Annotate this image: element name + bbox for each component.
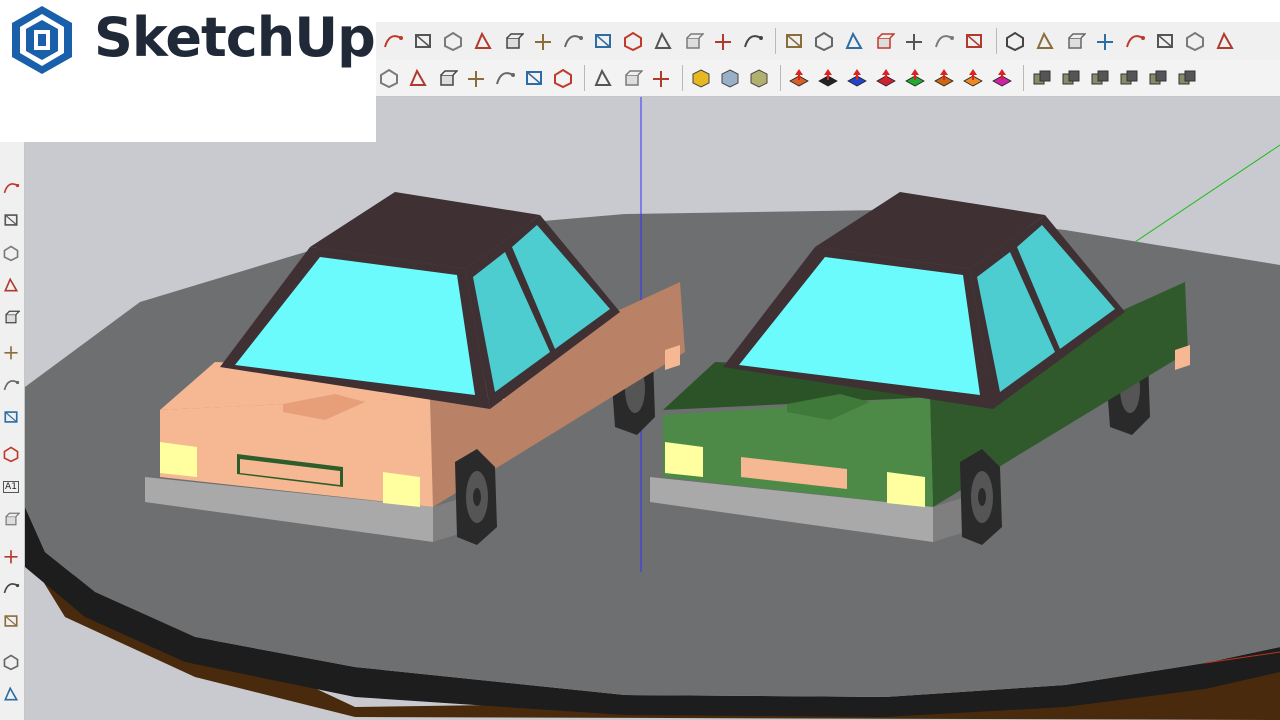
- car2-headlight-right: [887, 472, 925, 507]
- rect-icon[interactable]: [0, 208, 22, 232]
- solid-1-icon[interactable]: [688, 64, 713, 92]
- arc-icon[interactable]: [440, 27, 465, 55]
- component-icon[interactable]: [405, 64, 430, 92]
- move-x2-icon[interactable]: [960, 64, 985, 92]
- toolbar-separator: [584, 65, 585, 91]
- look-icon[interactable]: [0, 650, 22, 674]
- make-component-icon[interactable]: [434, 64, 459, 92]
- line-icon[interactable]: [560, 27, 585, 55]
- layers-icon[interactable]: [901, 27, 926, 55]
- toolbar-separator: [1023, 65, 1024, 91]
- join-icon[interactable]: [1002, 27, 1027, 55]
- boolean-1-icon[interactable]: [1029, 64, 1054, 92]
- hand-icon[interactable]: [811, 27, 836, 55]
- mesh-icon[interactable]: [1182, 27, 1207, 55]
- shape-icon[interactable]: [841, 27, 866, 55]
- push-pull-icon[interactable]: [470, 27, 495, 55]
- sweep-icon[interactable]: [1032, 27, 1057, 55]
- grid-icon[interactable]: [781, 27, 806, 55]
- arc-tool-icon[interactable]: [0, 273, 22, 297]
- freehand-icon[interactable]: [380, 27, 405, 55]
- eye-icon[interactable]: [648, 64, 673, 92]
- move-v-icon[interactable]: [902, 64, 927, 92]
- polygon-icon[interactable]: [410, 27, 435, 55]
- building-icon[interactable]: [680, 27, 705, 55]
- boolean-3-icon[interactable]: [1087, 64, 1112, 92]
- boolean-4-icon[interactable]: [1116, 64, 1141, 92]
- toolbar-separator: [996, 28, 997, 54]
- boolean-5-icon[interactable]: [1145, 64, 1170, 92]
- follow-me-icon[interactable]: [500, 27, 525, 55]
- erase-icon[interactable]: [492, 64, 517, 92]
- pyramid-icon[interactable]: [710, 27, 735, 55]
- note-icon[interactable]: [1152, 27, 1177, 55]
- car1-headlight-right: [383, 472, 420, 507]
- toolbar-separator: [682, 65, 683, 91]
- offset-icon[interactable]: [530, 27, 555, 55]
- move-f-icon[interactable]: [989, 64, 1014, 92]
- axes-icon[interactable]: [0, 442, 22, 466]
- hatch-icon[interactable]: [1212, 27, 1237, 55]
- move-x-icon[interactable]: [815, 64, 840, 92]
- grass-icon[interactable]: [463, 64, 488, 92]
- car2-hub-center: [978, 488, 986, 506]
- move-n-icon[interactable]: [931, 64, 956, 92]
- solid-2-icon[interactable]: [717, 64, 742, 92]
- extrude-icon[interactable]: [650, 27, 675, 55]
- brand-name: SketchUp: [94, 6, 376, 69]
- move-j-icon[interactable]: [844, 64, 869, 92]
- text-icon[interactable]: A1: [0, 475, 22, 499]
- left-toolbar: A1: [0, 142, 25, 720]
- boolean-2-icon[interactable]: [1058, 64, 1083, 92]
- circle-icon[interactable]: [0, 241, 22, 265]
- rotate-icon[interactable]: [0, 373, 22, 397]
- toolbar-separator: [780, 65, 781, 91]
- pan-icon[interactable]: [0, 544, 22, 568]
- flip-icon[interactable]: [871, 27, 896, 55]
- sketchup-logo: [12, 6, 72, 74]
- walk-icon[interactable]: [0, 682, 22, 706]
- knife-icon[interactable]: [931, 27, 956, 55]
- grid-view-icon[interactable]: [590, 64, 615, 92]
- scene-canvas[interactable]: [25, 97, 1280, 720]
- bend-icon[interactable]: [1092, 27, 1117, 55]
- array-icon[interactable]: [740, 27, 765, 55]
- fillet-icon[interactable]: [590, 27, 615, 55]
- chamfer-icon[interactable]: [620, 27, 645, 55]
- boolean-6-icon[interactable]: [1174, 64, 1199, 92]
- 3d-text-icon[interactable]: [0, 507, 22, 531]
- solid-3-icon[interactable]: [746, 64, 771, 92]
- zoom-extents-icon[interactable]: [0, 609, 22, 633]
- toolbar-header-strip: [376, 0, 1280, 22]
- push-icon[interactable]: [0, 340, 22, 364]
- green-axis: [1134, 144, 1280, 243]
- cylinder-icon[interactable]: [1062, 27, 1087, 55]
- follow-icon[interactable]: [0, 405, 22, 429]
- split-icon[interactable]: [961, 27, 986, 55]
- secondary-toolbar: [376, 60, 1280, 97]
- modeling-viewport[interactable]: [25, 97, 1280, 720]
- zoom-icon[interactable]: [0, 576, 22, 600]
- paint-icon[interactable]: [550, 64, 575, 92]
- top-toolbar: [376, 22, 1280, 61]
- box-icon[interactable]: [1122, 27, 1147, 55]
- car2-headlight-left: [665, 442, 703, 477]
- group-icon[interactable]: [619, 64, 644, 92]
- curve-icon[interactable]: [0, 176, 22, 200]
- move-r-icon[interactable]: [873, 64, 898, 92]
- car1-headlight-left: [160, 442, 197, 477]
- toolbar-separator: [775, 28, 776, 54]
- section-icon[interactable]: [521, 64, 546, 92]
- camera-icon[interactable]: [376, 64, 401, 92]
- car1-hub-center: [473, 488, 481, 506]
- text-icon-label: A1: [3, 481, 19, 493]
- move-arrow-icon[interactable]: [786, 64, 811, 92]
- pie-icon[interactable]: [0, 305, 22, 329]
